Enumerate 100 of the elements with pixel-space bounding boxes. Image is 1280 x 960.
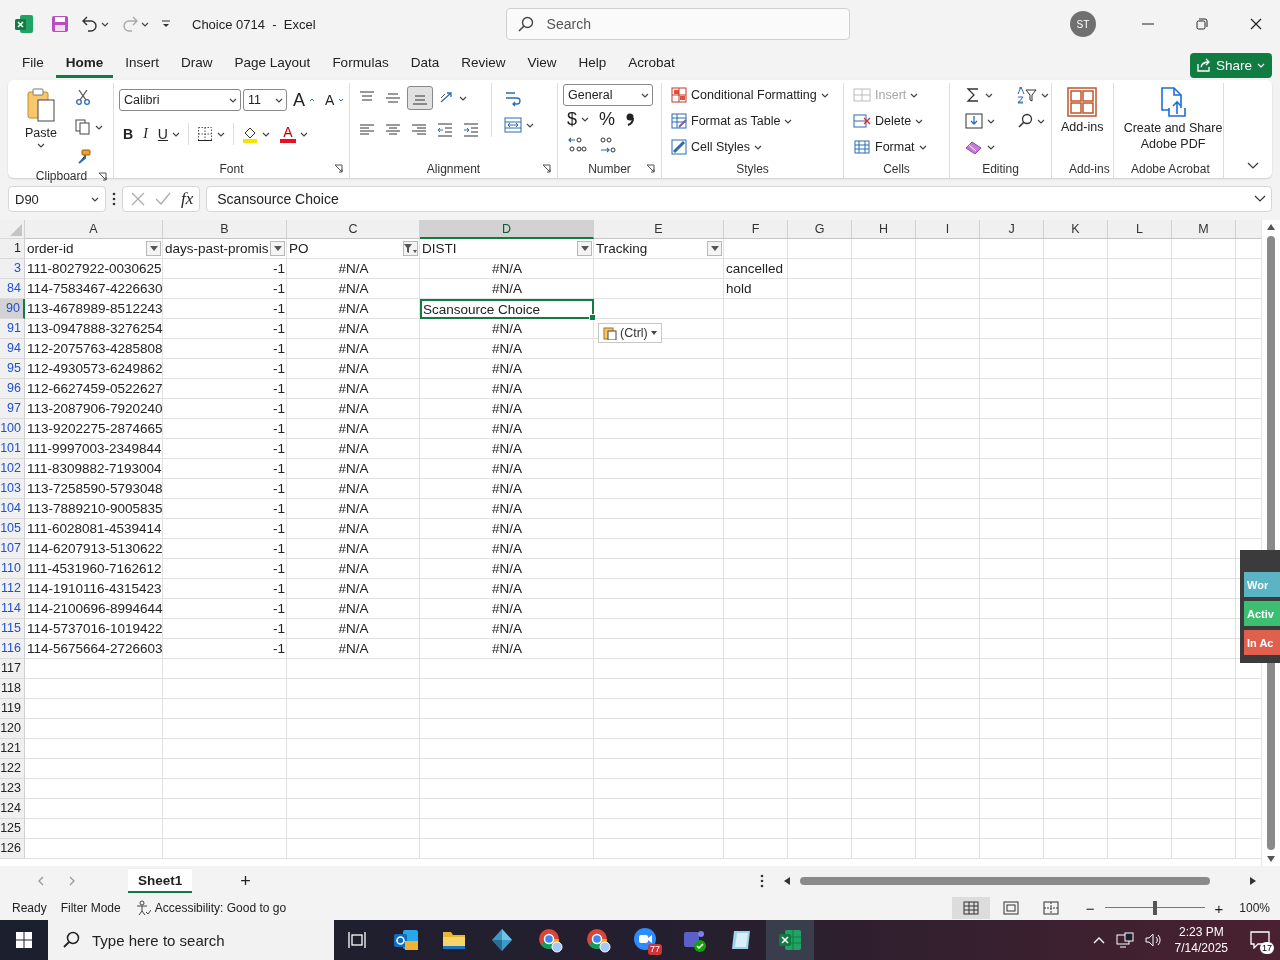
increase-font-size-button[interactable]: A xyxy=(289,88,319,112)
taskbar-search-field[interactable]: Type here to search xyxy=(48,920,334,960)
column-header[interactable]: C xyxy=(287,220,420,239)
normal-view-button[interactable] xyxy=(951,897,990,919)
delete-cells-button[interactable]: Delete xyxy=(849,109,931,133)
clock-date[interactable]: 7/14/2025 xyxy=(1174,940,1228,956)
ribbon-tab[interactable]: Draw xyxy=(171,48,223,78)
ribbon-tab[interactable]: Insert xyxy=(115,48,170,78)
column-header[interactable]: D xyxy=(420,220,594,239)
paste-button[interactable]: Paste xyxy=(21,83,61,152)
row-header[interactable]: 118 xyxy=(0,679,25,699)
new-sheet-button[interactable]: + xyxy=(234,870,257,892)
ribbon-tab[interactable]: Acrobat xyxy=(618,48,685,78)
add-ins-button[interactable]: Add-ins xyxy=(1057,83,1108,138)
number-format-field[interactable]: General xyxy=(563,84,653,106)
row-header[interactable]: 103 xyxy=(0,479,25,499)
font-name-field[interactable]: Calibri xyxy=(119,89,241,111)
row-header[interactable]: 126 xyxy=(0,839,25,859)
font-color-button[interactable]: A xyxy=(275,122,312,146)
row-header[interactable]: 95 xyxy=(0,359,25,379)
bold-button[interactable]: B xyxy=(119,122,138,146)
ribbon-tab[interactable]: Home xyxy=(55,48,114,78)
row-header[interactable]: 100 xyxy=(0,419,25,439)
notifications-button[interactable]: 17 xyxy=(1240,920,1280,960)
zoom-in-button[interactable]: + xyxy=(1212,899,1226,917)
row-header[interactable]: 116 xyxy=(0,639,25,659)
italic-button[interactable]: I xyxy=(139,122,152,146)
insert-function-button[interactable]: fx xyxy=(181,189,194,209)
user-avatar[interactable]: ST xyxy=(1070,11,1096,37)
column-header[interactable]: K xyxy=(1044,220,1108,239)
taskbar-app-button[interactable]: 77 xyxy=(622,920,670,960)
row-header[interactable]: 117 xyxy=(0,659,25,679)
row-header[interactable]: 119 xyxy=(0,699,25,719)
filter-button[interactable] xyxy=(403,241,418,256)
ribbon-tab[interactable]: Help xyxy=(568,48,617,78)
font-size-field[interactable]: 11 xyxy=(243,89,287,111)
column-header[interactable]: I xyxy=(916,220,980,239)
format-cells-button[interactable]: Format xyxy=(849,135,931,159)
column-header[interactable]: G xyxy=(788,220,852,239)
column-header[interactable]: A xyxy=(25,220,163,239)
row-header[interactable]: 124 xyxy=(0,799,25,819)
row-header[interactable]: 94 xyxy=(0,339,25,359)
row-header[interactable]: 101 xyxy=(0,439,25,459)
filter-button[interactable] xyxy=(707,241,722,256)
name-box[interactable]: D90 xyxy=(8,186,106,212)
row-header[interactable]: 105 xyxy=(0,519,25,539)
percent-button[interactable]: % xyxy=(595,107,620,131)
ribbon-tab[interactable]: View xyxy=(517,48,567,78)
row-header[interactable]: 107 xyxy=(0,539,25,559)
row-header[interactable]: 121 xyxy=(0,739,25,759)
currency-button[interactable]: $ xyxy=(563,107,593,131)
share-button[interactable]: Share xyxy=(1189,52,1272,78)
row-header[interactable]: 110 xyxy=(0,559,25,579)
row-header[interactable]: 91 xyxy=(0,319,25,339)
column-header[interactable]: M xyxy=(1172,220,1236,239)
fill-handle[interactable] xyxy=(589,314,596,321)
row-header[interactable]: 90 xyxy=(0,299,25,319)
row-header[interactable]: 122 xyxy=(0,759,25,779)
filter-button[interactable] xyxy=(270,241,285,256)
dialog-launcher-button[interactable] xyxy=(540,162,552,175)
scrollbar-thumb[interactable] xyxy=(800,877,1210,885)
row-header[interactable]: 104 xyxy=(0,499,25,519)
row-header[interactable]: 96 xyxy=(0,379,25,399)
ribbon-tab[interactable]: Formulas xyxy=(322,48,399,78)
row-header[interactable]: 125 xyxy=(0,819,25,839)
ribbon-tab[interactable]: Review xyxy=(451,48,516,78)
zoom-level[interactable]: 100% xyxy=(1239,901,1270,915)
dialog-launcher-button[interactable] xyxy=(644,162,656,175)
row-header[interactable]: 112 xyxy=(0,579,25,599)
underline-button[interactable]: U xyxy=(153,122,184,146)
column-header[interactable]: E xyxy=(594,220,724,239)
selected-cell[interactable]: Scansource Choice xyxy=(420,299,594,319)
formula-field[interactable]: Scansource Choice xyxy=(206,186,1272,212)
ribbon-tab[interactable]: Page Layout xyxy=(224,48,321,78)
ribbon-tab[interactable]: Data xyxy=(400,48,450,78)
row-header[interactable]: 114 xyxy=(0,599,25,619)
row-header[interactable]: 115 xyxy=(0,619,25,639)
row-header[interactable]: 97 xyxy=(0,399,25,419)
clock-time[interactable]: 2:23 PM xyxy=(1178,924,1224,940)
dialog-launcher-button[interactable] xyxy=(96,170,108,182)
cell-styles-button[interactable]: Cell Styles xyxy=(667,135,833,159)
column-header[interactable]: H xyxy=(852,220,916,239)
sheet-tab[interactable]: Sheet1 xyxy=(128,869,193,893)
filter-button[interactable] xyxy=(577,241,592,256)
decrease-font-size-button[interactable]: A xyxy=(321,88,349,112)
column-header[interactable]: J xyxy=(980,220,1044,239)
row-header[interactable]: 3 xyxy=(0,259,25,279)
search-field[interactable]: Search xyxy=(505,8,850,40)
dialog-launcher-button[interactable] xyxy=(332,162,344,175)
zoom-out-button[interactable]: − xyxy=(1083,899,1097,917)
row-header[interactable]: 84 xyxy=(0,279,25,299)
accessibility-button[interactable]: Accessibility: Good to go xyxy=(134,900,287,916)
row-header[interactable]: 1 xyxy=(0,239,25,259)
panel-button[interactable]: In Ac xyxy=(1244,630,1280,655)
vertical-align-button[interactable] xyxy=(407,86,433,110)
slider-thumb[interactable] xyxy=(1152,901,1157,915)
row-header[interactable]: 120 xyxy=(0,719,25,739)
format-as-table-button[interactable]: Format as Table xyxy=(667,109,833,133)
column-header[interactable]: B xyxy=(163,220,287,239)
column-header[interactable]: F xyxy=(724,220,788,239)
